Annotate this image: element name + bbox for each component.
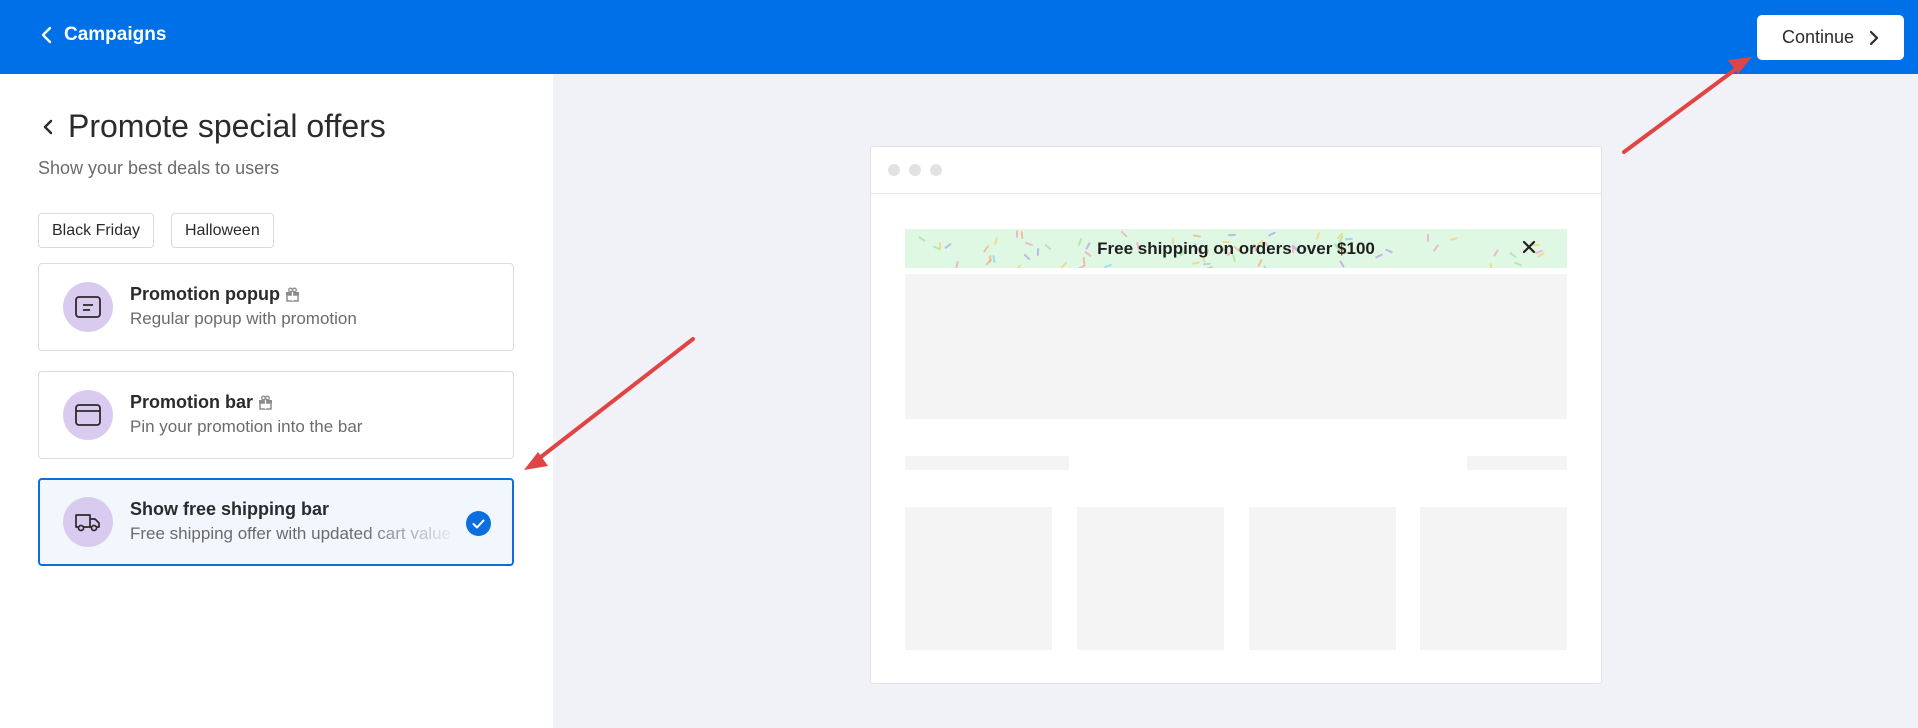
hero-placeholder xyxy=(905,274,1567,419)
window-dot-icon xyxy=(888,164,900,176)
preview-browser-window: Free shipping on orders over $100 xyxy=(870,146,1602,684)
page-title-row: Promote special offers xyxy=(42,108,386,145)
card-title: Promotion popup xyxy=(130,284,280,304)
template-card-promotion-bar[interactable]: Promotion bar Pin your promotion into th… xyxy=(38,371,514,459)
card-title-row: Show free shipping bar xyxy=(130,499,329,520)
product-placeholder xyxy=(1249,507,1396,650)
continue-button-label: Continue xyxy=(1781,27,1855,47)
selected-check-icon xyxy=(466,511,491,536)
template-panel: Promote special offers Show your best de… xyxy=(0,74,553,728)
card-title-row: Promotion popup xyxy=(130,284,300,305)
product-placeholder xyxy=(1077,507,1224,650)
popup-icon xyxy=(75,296,101,318)
product-placeholder xyxy=(1420,507,1567,650)
page-title: Promote special offers xyxy=(68,108,386,144)
gift-icon xyxy=(259,395,273,410)
product-placeholder xyxy=(905,507,1052,650)
card-description: Pin your promotion into the bar xyxy=(130,417,363,436)
truck-icon xyxy=(75,514,100,532)
chevron-right-icon xyxy=(1869,30,1879,45)
text-placeholder xyxy=(905,456,1069,470)
continue-button[interactable]: Continue xyxy=(1757,15,1904,60)
card-title: Promotion bar xyxy=(130,392,254,412)
browser-title-bar xyxy=(871,147,1601,194)
text-placeholder xyxy=(1467,456,1567,470)
chevron-left-icon xyxy=(41,26,52,44)
card-icon-wrapper xyxy=(63,497,113,547)
card-description: Free shipping offer with updated cart va… xyxy=(130,524,451,543)
back-chevron-icon[interactable] xyxy=(42,118,54,136)
template-card-free-shipping-bar[interactable]: Show free shipping bar Free shipping off… xyxy=(38,478,514,566)
tag-black-friday[interactable]: Black Friday xyxy=(38,213,155,248)
template-card-promotion-popup[interactable]: Promotion popup Regular popup with promo… xyxy=(38,263,514,351)
page-subtitle: Show your best deals to users xyxy=(38,158,280,178)
window-dot-icon xyxy=(930,164,942,176)
free-shipping-bar-text: Free shipping on orders over $100 xyxy=(1097,238,1375,258)
gift-icon xyxy=(285,287,299,302)
card-description: Regular popup with promotion xyxy=(130,309,357,328)
back-link-label: Campaigns xyxy=(64,24,167,45)
card-title-row: Promotion bar xyxy=(130,392,273,413)
back-to-campaigns-link[interactable]: Campaigns xyxy=(40,24,166,46)
browser-window-icon xyxy=(75,404,101,426)
tag-halloween[interactable]: Halloween xyxy=(171,213,274,248)
card-icon-wrapper xyxy=(63,390,113,440)
top-bar: Campaigns Continue xyxy=(0,0,1918,74)
card-title: Show free shipping bar xyxy=(130,499,330,519)
close-icon[interactable] xyxy=(1521,239,1537,255)
card-icon-wrapper xyxy=(63,282,113,332)
free-shipping-bar-preview: Free shipping on orders over $100 xyxy=(905,229,1567,268)
window-dot-icon xyxy=(909,164,921,176)
